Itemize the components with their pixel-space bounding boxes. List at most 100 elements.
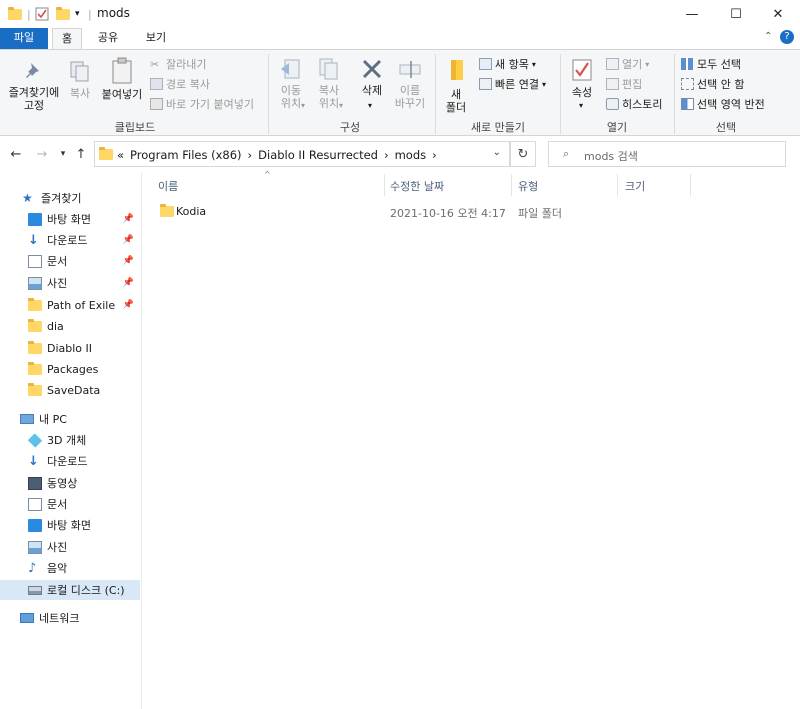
tab-file[interactable]: 파일 — [0, 28, 48, 49]
folder-icon — [28, 361, 42, 376]
tab-home[interactable]: 홈 — [52, 28, 82, 50]
title-bar: | ▾ | mods — ☐ ✕ — [0, 0, 800, 28]
nav-item-dia[interactable]: dia — [0, 316, 140, 336]
pin-icon[interactable]: 📌 — [123, 300, 134, 310]
nav-item-3d-objects[interactable]: 3D 개체 — [0, 430, 140, 450]
breadcrumb-chevron-icon[interactable]: › — [432, 148, 437, 162]
column-header-size[interactable]: 크기 — [625, 178, 645, 194]
desktop-icon — [28, 518, 42, 532]
paste-shortcut-button[interactable]: 바로 가기 붙여넣기 — [150, 96, 254, 112]
nav-item-pc-desktop[interactable]: 바탕 화면 — [0, 515, 140, 535]
paste-icon — [112, 57, 132, 84]
nav-item-pictures[interactable]: 사진 📌 — [0, 273, 140, 293]
column-header-name[interactable]: 이름 — [158, 178, 178, 194]
nav-label: 3D 개체 — [47, 434, 87, 447]
copy-button[interactable]: 복사 — [66, 60, 94, 100]
nav-this-pc[interactable]: 내 PC — [0, 409, 140, 429]
navigation-pane: ★ 즐겨찾기 바탕 화면 📌 ↓ 다운로드 📌 문서 📌 사진 📌 Path o… — [0, 175, 140, 709]
nav-network[interactable]: 네트워크 — [0, 608, 140, 628]
new-folder-button[interactable]: 새 폴더 — [441, 57, 471, 114]
recent-locations-chevron-icon[interactable]: ▾ — [54, 145, 72, 163]
nav-item-pc-downloads[interactable]: ↓ 다운로드 — [0, 451, 140, 471]
rename-button[interactable]: 이름 바꾸기 — [392, 57, 428, 110]
nav-item-music[interactable]: ♪ 음악 — [0, 558, 140, 578]
nav-item-local-disk-c[interactable]: 로컬 디스크 (C:) — [0, 580, 140, 600]
column-divider[interactable] — [617, 174, 618, 196]
pin-icon[interactable]: 📌 — [123, 235, 134, 245]
pin-quick-access-button[interactable]: 즐겨찾기에 고정 — [4, 60, 64, 112]
file-name: Kodia — [176, 205, 207, 218]
nav-item-pc-pictures[interactable]: 사진 — [0, 537, 140, 557]
customize-qa-chevron-icon[interactable]: ▾ — [75, 6, 80, 22]
nav-item-pc-documents[interactable]: 문서 — [0, 494, 140, 514]
cut-button[interactable]: ✂ 잘라내기 — [150, 56, 206, 72]
column-divider[interactable] — [511, 174, 512, 196]
help-icon[interactable]: ? — [780, 30, 794, 44]
invert-selection-button[interactable]: 선택 영역 반전 — [681, 96, 765, 112]
nav-item-desktop[interactable]: 바탕 화면 📌 — [0, 209, 140, 229]
new-item-icon — [479, 58, 492, 70]
properties-quick-icon[interactable] — [35, 6, 49, 22]
nav-item-savedata[interactable]: SaveData — [0, 380, 140, 400]
tab-view[interactable]: 보기 — [138, 28, 174, 49]
rename-icon — [399, 61, 421, 78]
open-button[interactable]: 열기 ▾ — [606, 56, 649, 72]
address-dropdown-chevron-icon[interactable]: ⌄ — [493, 147, 501, 158]
forward-arrow-icon[interactable]: → — [33, 145, 51, 163]
nav-item-diablo-ii[interactable]: Diablo II — [0, 338, 140, 358]
pin-icon[interactable]: 📌 — [123, 256, 134, 266]
column-divider[interactable] — [690, 174, 691, 196]
copy-path-button[interactable]: 경로 복사 — [150, 76, 210, 92]
breadcrumb-item-current[interactable]: mods — [395, 148, 427, 162]
copy-path-label: 경로 복사 — [166, 78, 210, 91]
breadcrumb-chevron-icon[interactable]: › — [384, 148, 389, 162]
nav-item-packages[interactable]: Packages — [0, 359, 140, 379]
column-header-type[interactable]: 유형 — [518, 178, 538, 194]
column-divider[interactable] — [384, 174, 385, 196]
easy-access-button[interactable]: 빠른 연결 ▾ — [479, 76, 546, 92]
invert-selection-icon — [681, 98, 694, 110]
nav-label: 다운로드 — [47, 455, 88, 468]
minimize-button[interactable]: — — [672, 0, 712, 28]
address-bar[interactable]: « Program Files (x86) › Diablo II Resurr… — [94, 141, 510, 167]
new-item-button[interactable]: 새 항목 ▾ — [479, 56, 536, 72]
breadcrumb-item[interactable]: Program Files (x86) — [130, 148, 241, 162]
ribbon-collapse-chevron-icon[interactable]: ⌃ — [764, 31, 772, 42]
properties-button[interactable]: 속성 — [566, 57, 598, 99]
history-button[interactable]: 히스토리 — [606, 96, 662, 112]
nav-item-downloads[interactable]: ↓ 다운로드 📌 — [0, 230, 140, 250]
nav-item-path-of-exile[interactable]: Path of Exile 📌 — [0, 295, 140, 315]
new-folder-quick-icon[interactable] — [56, 6, 70, 22]
delete-button[interactable]: 삭제 — [356, 57, 388, 97]
ribbon-tabs: 파일 홈 공유 보기 ⌃ ? — [0, 28, 800, 50]
maximize-button[interactable]: ☐ — [716, 0, 756, 28]
edit-button[interactable]: 편집 — [606, 76, 642, 92]
breadcrumb-overflow[interactable]: « — [117, 148, 124, 162]
nav-label: 문서 — [47, 498, 68, 511]
select-none-button[interactable]: 선택 안 함 — [681, 76, 744, 92]
copy-to-icon — [319, 58, 338, 80]
column-header-modified[interactable]: 수정한 날짜 — [390, 178, 444, 194]
back-arrow-icon[interactable]: ← — [7, 145, 25, 163]
search-box[interactable]: ⌕ mods 검색 — [548, 141, 786, 167]
select-all-icon — [681, 58, 694, 70]
copy-icon — [70, 61, 89, 82]
up-arrow-icon[interactable]: ↑ — [72, 145, 90, 163]
open-group-label: 열기 — [606, 121, 628, 134]
paste-button[interactable]: 붙여넣기 — [99, 57, 145, 101]
pin-icon[interactable]: 📌 — [123, 278, 134, 288]
nav-quick-access[interactable]: ★ 즐겨찾기 — [0, 188, 140, 208]
tab-share[interactable]: 공유 — [90, 28, 126, 49]
nav-label: 동영상 — [47, 477, 78, 490]
new-folder-icon — [451, 60, 463, 80]
copy-path-icon — [150, 78, 163, 90]
pin-icon[interactable]: 📌 — [123, 214, 134, 224]
refresh-icon[interactable]: ↻ — [510, 141, 536, 167]
select-all-button[interactable]: 모두 선택 — [681, 56, 741, 72]
breadcrumb-chevron-icon[interactable]: › — [248, 148, 253, 162]
table-row[interactable]: Kodia 2021-10-16 오전 4:17 파일 폴더 — [152, 200, 692, 220]
close-button[interactable]: ✕ — [758, 0, 798, 28]
breadcrumb-item[interactable]: Diablo II Resurrected — [258, 148, 378, 162]
nav-item-videos[interactable]: 동영상 — [0, 473, 140, 493]
nav-item-documents[interactable]: 문서 📌 — [0, 251, 140, 271]
